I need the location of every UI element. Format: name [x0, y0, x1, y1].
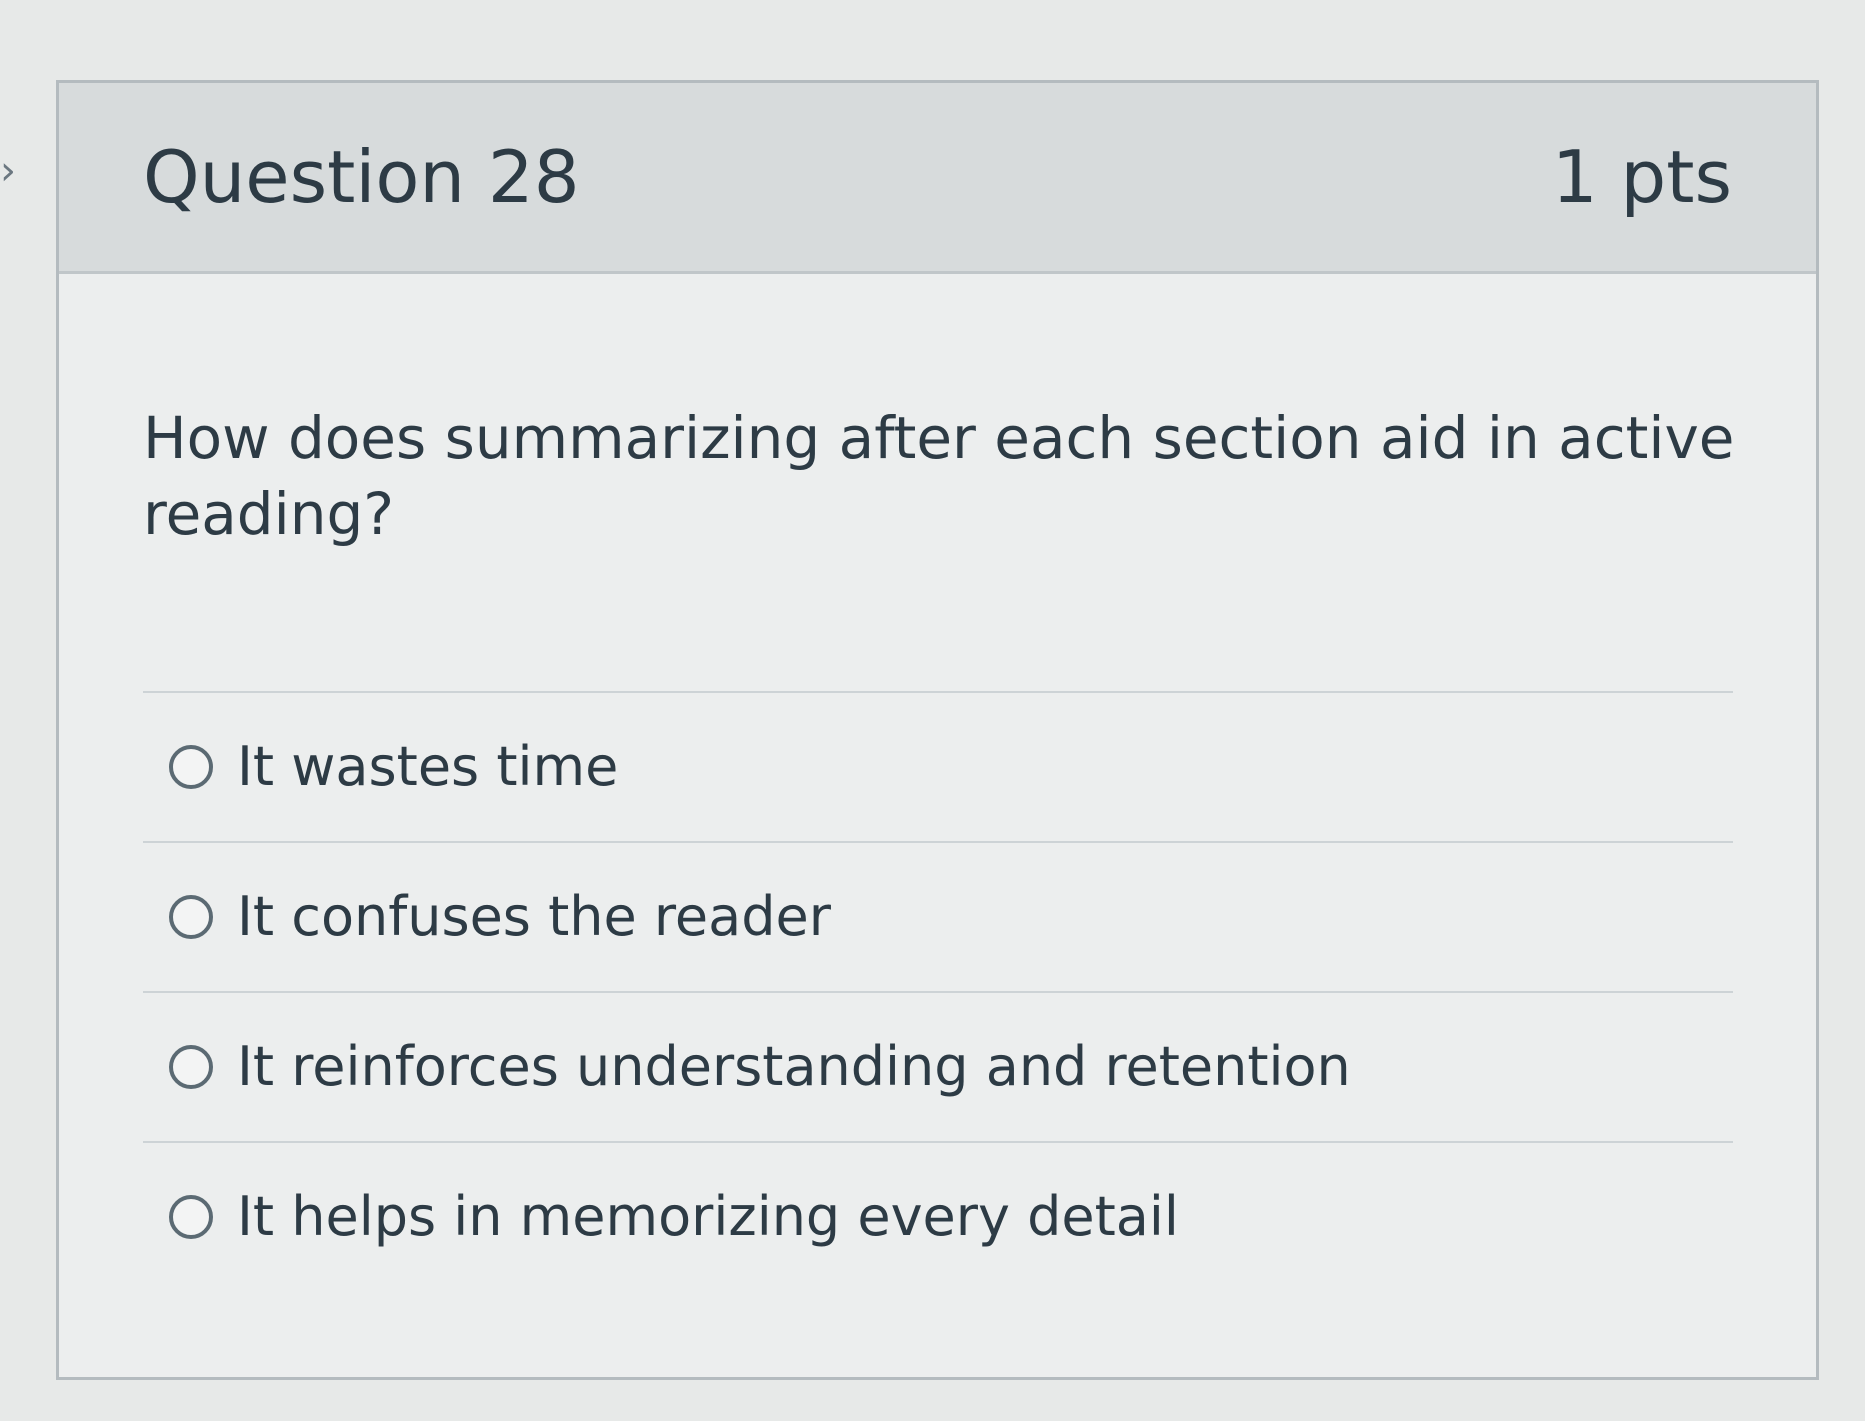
radio-button[interactable] — [169, 745, 213, 789]
answer-option[interactable]: It reinforces understanding and retentio… — [143, 991, 1733, 1141]
question-points: 1 pts — [1551, 135, 1732, 219]
answer-option[interactable]: It helps in memorizing every detail — [143, 1141, 1733, 1291]
answer-option[interactable]: It confuses the reader — [143, 841, 1733, 991]
question-header: Question 28 1 pts — [59, 83, 1816, 274]
question-title: Question 28 — [143, 135, 580, 219]
question-prompt: How does summarizing after each section … — [143, 404, 1735, 548]
answer-label[interactable]: It wastes time — [237, 735, 618, 799]
answer-option[interactable]: It wastes time — [143, 691, 1733, 841]
radio-button[interactable] — [169, 895, 213, 939]
radio-button[interactable] — [169, 1045, 213, 1089]
question-card: Question 28 1 pts How does summarizing a… — [56, 80, 1819, 1380]
answer-label[interactable]: It confuses the reader — [237, 885, 831, 949]
answer-label[interactable]: It reinforces understanding and retentio… — [237, 1035, 1351, 1099]
answer-label[interactable]: It helps in memorizing every detail — [237, 1185, 1179, 1249]
answer-list: It wastes time It confuses the reader It… — [143, 691, 1733, 1291]
chevron-right-icon[interactable]: › — [0, 140, 18, 202]
radio-button[interactable] — [169, 1195, 213, 1239]
